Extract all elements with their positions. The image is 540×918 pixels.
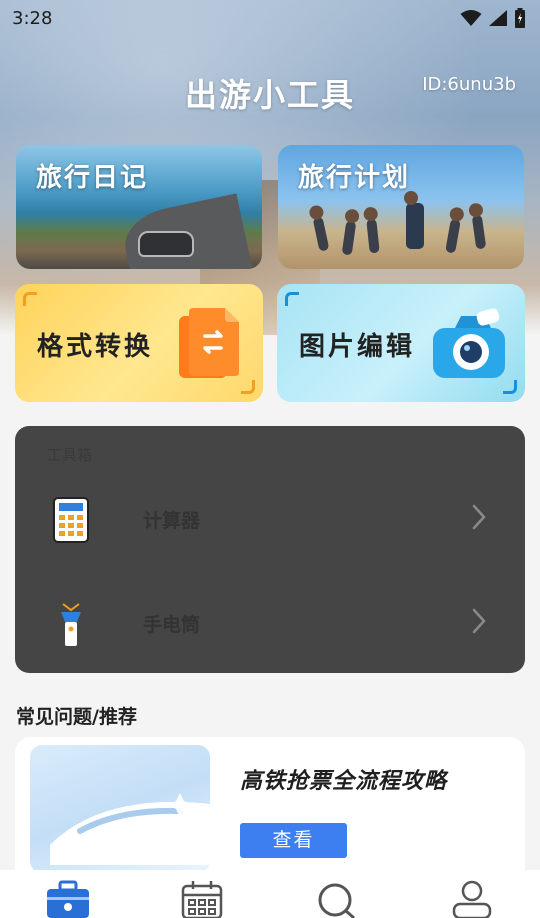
corner-decoration <box>241 380 255 394</box>
tool-row-calculator[interactable]: 计算器 <box>15 474 525 562</box>
corner-decoration <box>285 292 299 306</box>
travel-plan-title: 旅行计划 <box>298 163 411 193</box>
chevron-right-icon <box>472 608 486 634</box>
chevron-right-icon <box>472 504 486 530</box>
tool-row-flashlight[interactable]: 手电筒 <box>15 578 525 666</box>
car-illustration <box>138 231 194 257</box>
recommend-section-title: 常见问题/推荐 <box>16 706 137 728</box>
tool-label-flashlight: 手电筒 <box>143 614 201 636</box>
train-image <box>30 745 210 873</box>
wifi-icon <box>460 10 482 26</box>
toolbox-label: 工具箱 <box>47 446 93 464</box>
calendar-icon[interactable] <box>179 880 225 918</box>
format-convert-title: 格式转换 <box>37 332 154 362</box>
image-edit-card[interactable]: 图片编辑 <box>277 284 525 402</box>
tool-label-calculator: 计算器 <box>143 510 201 532</box>
profile-icon[interactable] <box>449 880 495 918</box>
bottom-nav <box>0 870 540 918</box>
flashlight-icon <box>61 603 81 646</box>
people-illustration <box>308 191 498 256</box>
camera-icon <box>433 308 505 378</box>
status-time: 3:28 <box>12 7 53 29</box>
travel-plan-card[interactable]: 旅行计划 <box>278 145 524 269</box>
recommend-card[interactable]: 高铁抢票全流程攻略 查看 <box>15 737 525 887</box>
image-edit-title: 图片编辑 <box>299 332 416 362</box>
user-id-label: ID:6unu3b <box>422 74 516 95</box>
travel-diary-title: 旅行日记 <box>36 163 149 193</box>
recommend-card-title: 高铁抢票全流程攻略 <box>240 769 448 794</box>
travel-diary-card[interactable]: 旅行日记 <box>16 145 262 269</box>
view-button[interactable]: 查看 <box>240 823 347 858</box>
file-convert-icon <box>179 308 239 378</box>
status-icons <box>460 8 526 28</box>
corner-decoration <box>23 292 37 306</box>
header: 出游小工具 ID:6unu3b <box>0 60 540 120</box>
corner-decoration <box>503 380 517 394</box>
toolbox-panel: 工具箱 计算器 手电筒 <box>15 426 525 673</box>
calculator-icon <box>53 497 89 543</box>
cell-signal-icon <box>489 10 507 26</box>
status-bar: 3:28 <box>0 0 540 36</box>
battery-icon <box>515 8 525 28</box>
format-convert-card[interactable]: 格式转换 <box>15 284 263 402</box>
train-illustration <box>50 793 210 865</box>
search-icon[interactable] <box>314 880 360 918</box>
toolbox-icon[interactable] <box>45 880 91 918</box>
